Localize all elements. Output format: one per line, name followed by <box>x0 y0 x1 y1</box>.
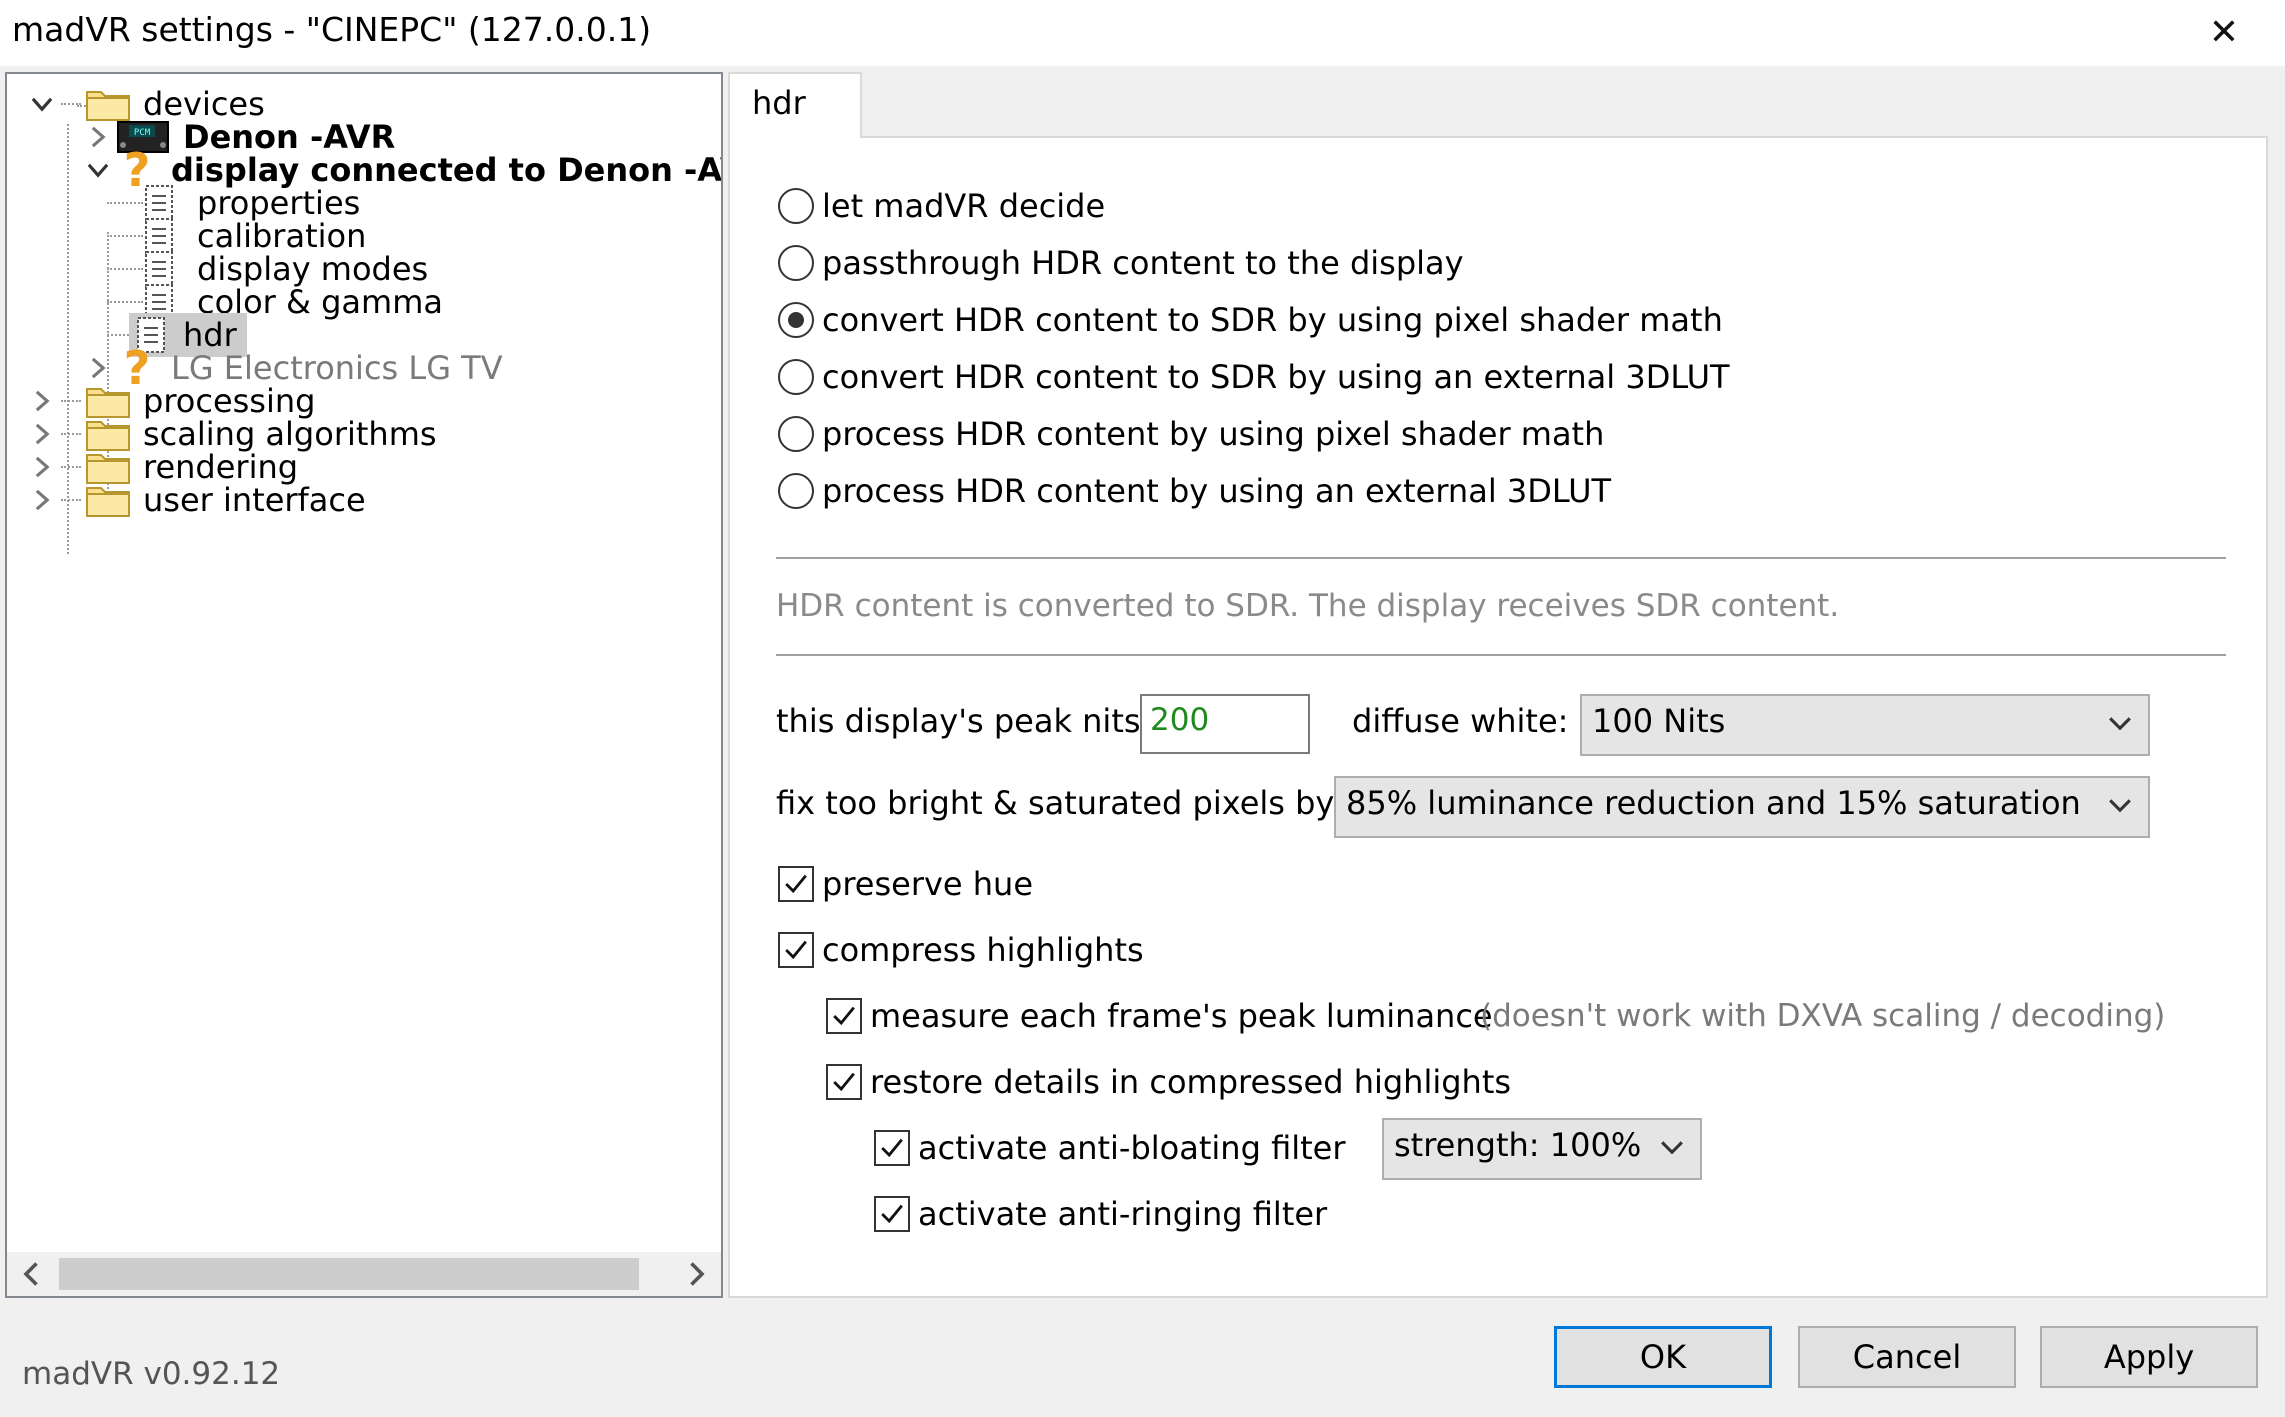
radio-button[interactable] <box>778 473 814 509</box>
folder-icon <box>86 487 130 517</box>
strength-value: strength: 100% <box>1394 1126 1642 1164</box>
radio-label: convert HDR content to SDR by using an e… <box>822 358 1730 396</box>
close-icon: ✕ <box>2208 12 2240 53</box>
checkbox-label: restore details in compressed highlights <box>870 1063 1512 1101</box>
check-icon <box>833 1006 855 1026</box>
chevron-down-icon[interactable] <box>27 89 57 119</box>
compress-highlights-checkbox[interactable]: compress highlights <box>778 928 1144 972</box>
scrollbar-thumb[interactable] <box>59 1258 639 1290</box>
version-label: madVR v0.92.12 <box>22 1356 281 1392</box>
checkbox[interactable] <box>778 932 814 968</box>
radio-passthrough[interactable]: passthrough HDR content to the display <box>778 241 1464 285</box>
cancel-button[interactable]: Cancel <box>1798 1326 2016 1388</box>
check-icon <box>881 1204 903 1224</box>
chevron-down-icon <box>1661 1141 1683 1155</box>
tab-hdr[interactable]: hdr <box>728 72 862 138</box>
checkbox-label: activate anti-bloating filter <box>918 1129 1346 1167</box>
checkbox[interactable] <box>778 866 814 902</box>
check-icon <box>881 1138 903 1158</box>
radio-label: convert HDR content to SDR by using pixe… <box>822 301 1723 339</box>
chevron-right-icon[interactable] <box>27 485 57 515</box>
peak-nits-input[interactable]: 200 <box>1140 694 1310 754</box>
radio-label: process HDR content by using an external… <box>822 472 1612 510</box>
radio-convert-3dlut[interactable]: convert HDR content to SDR by using an e… <box>778 355 1730 399</box>
settings-tree[interactable]: devices PCM Denon -AVR ? display connect… <box>5 72 723 1298</box>
fix-pixels-label: fix too bright & saturated pixels by: <box>776 784 1343 822</box>
radio-convert-pixel-shader[interactable]: convert HDR content to SDR by using pixe… <box>778 298 1723 342</box>
tree-item-user-interface[interactable]: user interface <box>27 478 366 522</box>
apply-button[interactable]: Apply <box>2040 1326 2258 1388</box>
peak-nits-label: this display's peak nits: <box>776 702 1152 740</box>
radio-let-madvr-decide[interactable]: let madVR decide <box>778 184 1105 228</box>
scroll-left-icon[interactable] <box>17 1259 47 1289</box>
window-title: madVR settings - "CINEPC" (127.0.0.1) <box>12 10 652 49</box>
fix-pixels-select[interactable]: 85% luminance reduction and 15% saturati… <box>1334 776 2150 838</box>
title-bar: madVR settings - "CINEPC" (127.0.0.1) ✕ <box>0 0 2285 66</box>
radio-label: process HDR content by using pixel shade… <box>822 415 1605 453</box>
checkbox-label: activate anti-ringing filter <box>918 1195 1328 1233</box>
diffuse-white-value: 100 Nits <box>1592 702 1726 740</box>
radio-button[interactable] <box>778 188 814 224</box>
checkbox-label: measure each frame's peak luminance <box>870 997 1493 1035</box>
diffuse-white-label: diffuse white: <box>1352 702 1569 740</box>
checkbox[interactable] <box>874 1196 910 1232</box>
checkbox[interactable] <box>874 1130 910 1166</box>
checkbox[interactable] <box>826 1064 862 1100</box>
checkbox[interactable] <box>826 998 862 1034</box>
measure-peak-checkbox[interactable]: measure each frame's peak luminance <box>826 994 1493 1038</box>
check-icon <box>833 1072 855 1092</box>
status-message: HDR content is converted to SDR. The dis… <box>776 588 1840 624</box>
radio-button[interactable] <box>778 302 814 338</box>
restore-details-checkbox[interactable]: restore details in compressed highlights <box>826 1060 1511 1104</box>
checkbox-label: preserve hue <box>822 865 1034 903</box>
ok-button[interactable]: OK <box>1554 1326 1772 1388</box>
fix-pixels-value: 85% luminance reduction and 15% saturati… <box>1346 784 2081 822</box>
radio-process-3dlut[interactable]: process HDR content by using an external… <box>778 469 1611 513</box>
radio-label: passthrough HDR content to the display <box>822 244 1464 282</box>
dxva-note: (doesn't work with DXVA scaling / decodi… <box>1480 998 2166 1034</box>
radio-button[interactable] <box>778 245 814 281</box>
anti-ringing-checkbox[interactable]: activate anti-ringing filter <box>874 1192 1327 1236</box>
separator <box>776 654 2226 656</box>
tree-item-label: user interface <box>143 481 366 519</box>
radio-label: let madVR decide <box>822 187 1106 225</box>
close-button[interactable]: ✕ <box>2199 8 2249 58</box>
anti-bloating-checkbox[interactable]: activate anti-bloating filter <box>874 1126 1346 1170</box>
diffuse-white-select[interactable]: 100 Nits <box>1580 694 2150 756</box>
radio-button[interactable] <box>778 416 814 452</box>
separator <box>776 557 2226 559</box>
horizontal-scrollbar[interactable] <box>7 1252 721 1296</box>
radio-process-pixel-shader[interactable]: process HDR content by using pixel shade… <box>778 412 1604 456</box>
svg-text:PCM: PCM <box>134 128 151 138</box>
strength-select[interactable]: strength: 100% <box>1382 1118 1702 1180</box>
scroll-right-icon[interactable] <box>681 1259 711 1289</box>
checkbox-label: compress highlights <box>822 931 1144 969</box>
check-icon <box>785 940 807 960</box>
chevron-down-icon <box>2109 717 2131 731</box>
radio-button[interactable] <box>778 359 814 395</box>
preserve-hue-checkbox[interactable]: preserve hue <box>778 862 1033 906</box>
check-icon <box>785 874 807 894</box>
chevron-down-icon <box>2109 799 2131 813</box>
